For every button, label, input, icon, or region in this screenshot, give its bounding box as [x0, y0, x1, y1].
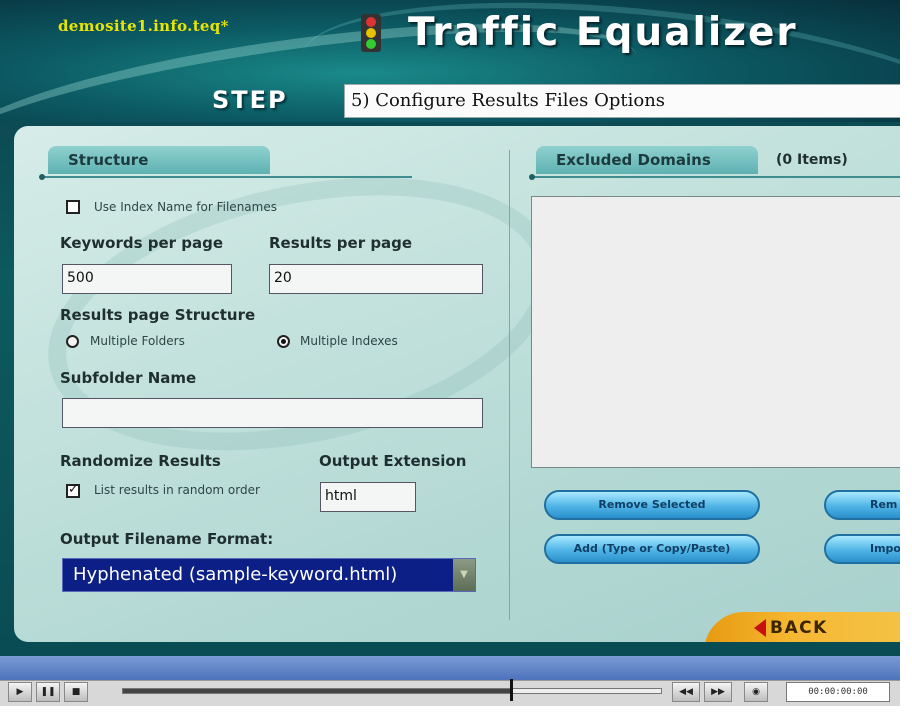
- remove-selected-button[interactable]: Remove Selected: [544, 490, 760, 520]
- add-domain-button[interactable]: Add (Type or Copy/Paste): [544, 534, 760, 564]
- randomize-results-label: Randomize Results: [60, 452, 221, 470]
- traffic-light-icon: [361, 14, 381, 52]
- section-divider: [509, 150, 510, 620]
- use-index-name-checkbox[interactable]: [66, 200, 80, 214]
- output-filename-format-value: Hyphenated (sample-keyword.html): [73, 564, 398, 585]
- tab-underline: [532, 176, 900, 178]
- seek-handle[interactable]: [509, 679, 513, 701]
- list-random-checkbox[interactable]: [66, 482, 80, 498]
- excluded-count: (0 Items): [776, 152, 848, 168]
- timecode-display: 00:00:00:00: [786, 682, 890, 702]
- multiple-folders-label: Multiple Folders: [90, 334, 185, 348]
- multiple-indexes-label: Multiple Indexes: [300, 334, 398, 348]
- use-index-name-label: Use Index Name for Filenames: [94, 200, 277, 214]
- site-name: demosite1.info.teq*: [58, 17, 229, 35]
- seek-progress: [123, 689, 511, 693]
- app-title: Traffic Equalizer: [408, 10, 798, 55]
- rewind-icon[interactable]: ◀◀: [672, 682, 700, 702]
- remove-all-button[interactable]: Rem: [824, 490, 900, 520]
- player-blue-bar: [0, 656, 900, 682]
- back-arrow-icon: [754, 619, 766, 637]
- results-page-structure-label: Results page Structure: [60, 306, 256, 324]
- output-filename-format-select[interactable]: Hyphenated (sample-keyword.html) ▼: [62, 558, 476, 592]
- stop-icon[interactable]: ■: [64, 682, 88, 702]
- tab-structure[interactable]: Structure: [48, 146, 270, 174]
- output-extension-label: Output Extension: [319, 452, 467, 470]
- results-per-page-input[interactable]: 20: [269, 264, 483, 294]
- tab-excluded-domains[interactable]: Excluded Domains: [536, 146, 758, 174]
- traffic-equalizer-window: demosite1.info.teq* Traffic Equalizer ST…: [0, 0, 900, 706]
- radio-multiple-indexes[interactable]: [277, 335, 290, 348]
- import-button[interactable]: Impo: [824, 534, 900, 564]
- subfolder-name-label: Subfolder Name: [60, 369, 197, 387]
- tab-dot: [39, 174, 45, 180]
- volume-icon[interactable]: ◉: [744, 682, 768, 702]
- pause-icon[interactable]: ❚❚: [36, 682, 60, 702]
- tab-dot: [529, 174, 535, 180]
- step-label: STEP: [212, 86, 288, 114]
- radio-multiple-folders[interactable]: [66, 335, 79, 348]
- list-random-label: List results in random order: [94, 483, 260, 497]
- tab-underline: [42, 176, 412, 178]
- fast-forward-icon[interactable]: ▶▶: [704, 682, 732, 702]
- chevron-down-icon[interactable]: ▼: [453, 559, 475, 591]
- header-banner: demosite1.info.teq* Traffic Equalizer ST…: [0, 0, 900, 122]
- output-extension-input[interactable]: html: [320, 482, 416, 512]
- keywords-per-page-input[interactable]: 500: [62, 264, 232, 294]
- back-label: BACK: [770, 618, 828, 638]
- results-per-page-label: Results per page: [269, 234, 413, 252]
- subfolder-name-input[interactable]: [62, 398, 483, 428]
- output-filename-format-label: Output Filename Format:: [60, 530, 274, 548]
- main-panel: Structure Use Index Name for Filenames K…: [14, 126, 900, 642]
- play-icon[interactable]: ▶: [8, 682, 32, 702]
- step-title: 5) Configure Results Files Options: [344, 84, 900, 118]
- seek-bar[interactable]: [122, 688, 662, 694]
- excluded-domains-list[interactable]: [531, 196, 900, 468]
- keywords-per-page-label: Keywords per page: [60, 234, 224, 252]
- back-button-content[interactable]: BACK: [754, 608, 828, 642]
